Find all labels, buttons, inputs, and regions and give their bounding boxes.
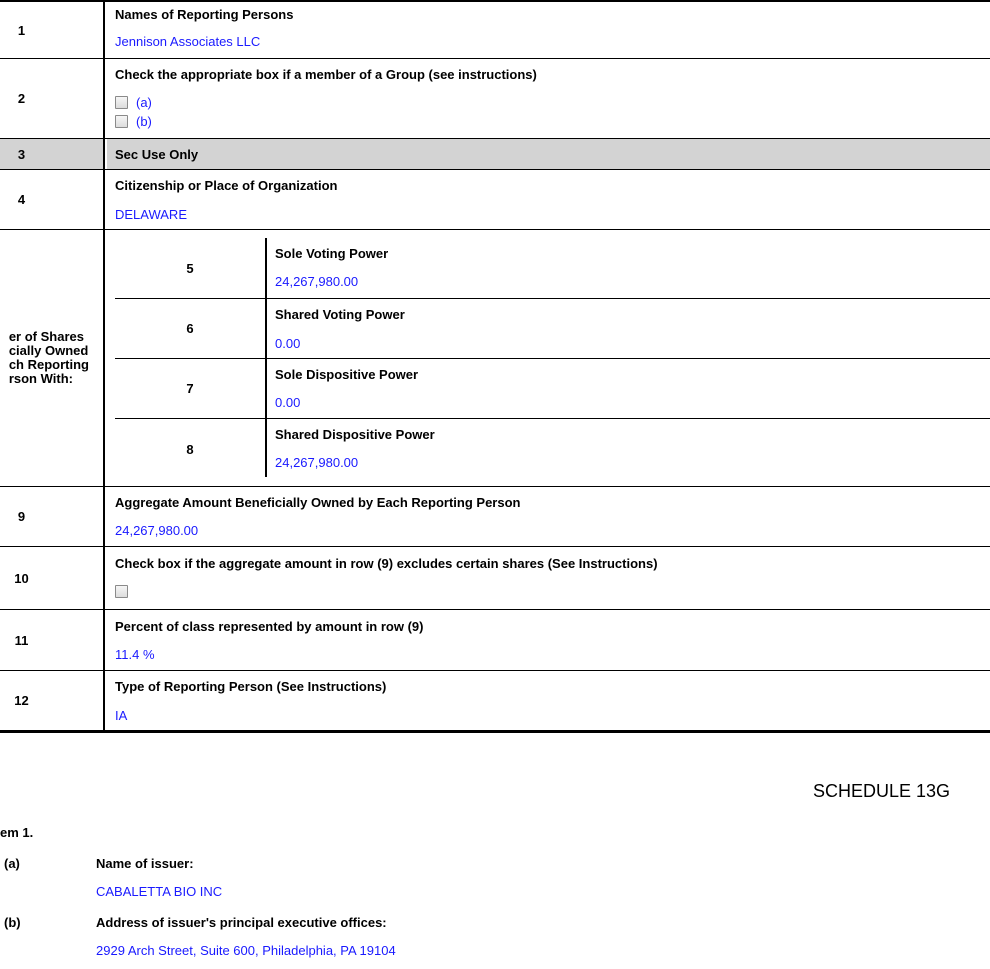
row-label: Check box if the aggregate amount in row… bbox=[115, 556, 658, 571]
row-label: Type of Reporting Person (See Instructio… bbox=[115, 679, 387, 694]
row-content: Sec Use Only bbox=[107, 139, 990, 169]
checkbox-a[interactable] bbox=[115, 96, 128, 109]
reporting-person-type-value: IA bbox=[115, 708, 128, 723]
issuer-address-value: 2929 Arch Street, Suite 600, Philadelphi… bbox=[96, 943, 396, 958]
table-bottom-border bbox=[0, 730, 990, 733]
percent-of-class-value: 11.4 % bbox=[115, 647, 155, 662]
subrow-shared-dispositive: 8 Shared Dispositive Power 24,267,980.00 bbox=[115, 419, 990, 477]
item-1a-label: Name of issuer: bbox=[96, 856, 194, 871]
aggregate-amount-value: 24,267,980.00 bbox=[115, 523, 199, 538]
side-label-line: rson With: bbox=[8, 371, 73, 386]
row-sec-use-only: 3 Sec Use Only bbox=[0, 139, 990, 170]
sole-voting-value: 24,267,980.00 bbox=[275, 274, 359, 289]
row-group-member: 2 Check the appropriate box if a member … bbox=[0, 59, 990, 139]
shares-block: er of Shares cially Owned ch Reporting r… bbox=[0, 230, 990, 487]
excludes-shares-option[interactable] bbox=[115, 585, 128, 598]
row-number: 3 bbox=[0, 139, 105, 169]
row-content: Check the appropriate box if a member of… bbox=[107, 59, 990, 138]
row-content: Aggregate Amount Beneficially Owned by E… bbox=[107, 487, 990, 546]
row-content: Check box if the aggregate amount in row… bbox=[107, 547, 990, 609]
item-1b-label: Address of issuer's principal executive … bbox=[96, 915, 387, 930]
row-excludes-shares: 10 Check box if the aggregate amount in … bbox=[0, 547, 990, 610]
excludes-shares-checkbox[interactable] bbox=[115, 585, 128, 598]
shared-voting-value: 0.00 bbox=[275, 336, 301, 351]
side-label-line: cially Owned bbox=[8, 343, 89, 358]
subrow-divider bbox=[265, 299, 267, 358]
checkbox-b-label: (b) bbox=[136, 114, 152, 129]
row-label: Sec Use Only bbox=[115, 147, 199, 162]
row-number: 2 bbox=[0, 59, 105, 138]
side-label-line: ch Reporting bbox=[8, 357, 89, 372]
row-content: Names of Reporting Persons Jennison Asso… bbox=[107, 2, 990, 58]
row-number: 6 bbox=[186, 321, 194, 336]
checkbox-a-label: (a) bbox=[136, 95, 152, 110]
shares-side-label: er of Shares cially Owned ch Reporting r… bbox=[0, 230, 105, 486]
subrow-sole-dispositive: 7 Sole Dispositive Power 0.00 bbox=[115, 359, 990, 419]
row-label: Sole Voting Power bbox=[275, 246, 389, 261]
row-label: Sole Dispositive Power bbox=[275, 367, 419, 382]
item-1a-marker: (a) bbox=[4, 856, 20, 871]
row-number: 1 bbox=[0, 2, 105, 58]
subrow-divider bbox=[265, 238, 267, 298]
row-label: Check the appropriate box if a member of… bbox=[115, 67, 537, 82]
reporting-person-name: Jennison Associates LLC bbox=[115, 34, 261, 49]
row-label: Shared Dispositive Power bbox=[275, 427, 435, 442]
item-1-heading: em 1. bbox=[0, 825, 34, 840]
side-label-line: er of Shares bbox=[8, 329, 84, 344]
row-number: 9 bbox=[0, 487, 105, 546]
row-content: Percent of class represented by amount i… bbox=[107, 610, 990, 670]
row-citizenship: 4 Citizenship or Place of Organization D… bbox=[0, 170, 990, 230]
row-number: 8 bbox=[186, 442, 194, 457]
row-label: Names of Reporting Persons bbox=[115, 7, 294, 22]
row-number: 4 bbox=[0, 170, 105, 229]
row-number: 10 bbox=[0, 547, 105, 609]
schedule-title: SCHEDULE 13G bbox=[813, 781, 951, 801]
row-content: Type of Reporting Person (See Instructio… bbox=[107, 671, 990, 730]
group-option-b[interactable]: (b) bbox=[115, 114, 152, 129]
row-label: Citizenship or Place of Organization bbox=[115, 178, 338, 193]
row-aggregate-amount: 9 Aggregate Amount Beneficially Owned by… bbox=[0, 487, 990, 547]
row-content: Citizenship or Place of Organization DEL… bbox=[107, 170, 990, 229]
issuer-name-value: CABALETTA BIO INC bbox=[96, 884, 223, 899]
group-option-a[interactable]: (a) bbox=[115, 95, 152, 110]
item-1b-marker: (b) bbox=[4, 915, 21, 930]
row-percent-of-class: 11 Percent of class represented by amoun… bbox=[0, 610, 990, 671]
checkbox-b[interactable] bbox=[115, 115, 128, 128]
row-number: 5 bbox=[186, 261, 194, 276]
row-label: Percent of class represented by amount i… bbox=[115, 619, 424, 634]
shared-dispositive-value: 24,267,980.00 bbox=[275, 455, 359, 470]
row-number: 12 bbox=[0, 671, 105, 730]
row-number: 7 bbox=[186, 381, 194, 396]
row-label: Aggregate Amount Beneficially Owned by E… bbox=[115, 495, 521, 510]
citizenship-value: DELAWARE bbox=[115, 207, 187, 222]
subrow-divider bbox=[265, 419, 267, 477]
sole-dispositive-value: 0.00 bbox=[275, 395, 301, 410]
row-number: 11 bbox=[0, 610, 105, 670]
subrow-divider bbox=[265, 359, 267, 418]
subrow-sole-voting: 5 Sole Voting Power 24,267,980.00 bbox=[115, 238, 990, 299]
subrow-shared-voting: 6 Shared Voting Power 0.00 bbox=[115, 299, 990, 359]
row-names-of-reporting-persons: 1 Names of Reporting Persons Jennison As… bbox=[0, 2, 990, 59]
row-type-of-reporting-person: 12 Type of Reporting Person (See Instruc… bbox=[0, 671, 990, 730]
row-label: Shared Voting Power bbox=[275, 307, 405, 322]
